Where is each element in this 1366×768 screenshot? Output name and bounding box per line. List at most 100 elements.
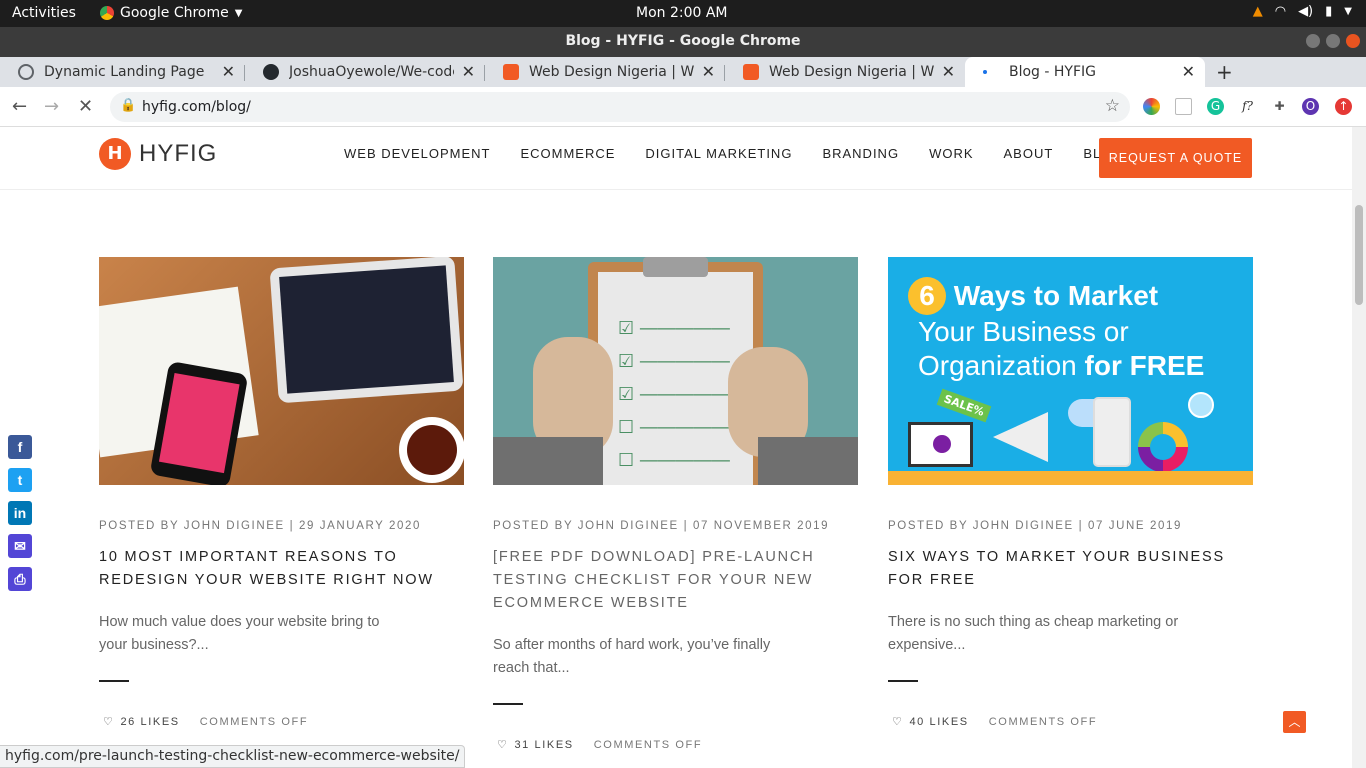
site-header: H HYFIG WEB DEVELOPMENT ECOMMERCE DIGITA… [0, 127, 1352, 190]
right-sleeve-image [758, 437, 858, 485]
promo-line-2: Your Business or [918, 316, 1129, 347]
post-excerpt: How much value does your website bring t… [99, 614, 380, 653]
post-title[interactable]: SIX WAYS TO MARKET YOUR BUSINESS FOR FRE… [888, 546, 1248, 592]
post-thumbnail[interactable]: ☑ ――――― ☑ ――――― ☑ ――――― ☐ ――――― ☐ ――――― [493, 257, 858, 485]
post-title[interactable]: [FREE PDF DOWNLOAD] PRE-LAUNCH TESTING C… [493, 546, 853, 615]
loading-icon [983, 70, 987, 74]
facebook-share-icon[interactable]: f [8, 435, 32, 459]
minimize-button[interactable] [1306, 34, 1320, 48]
address-bar[interactable]: 🔒 hyfig.com/blog/ ☆ [110, 92, 1130, 122]
tab-web-design-nigeria-1[interactable]: Web Design Nigeria | Web ✕ [485, 57, 725, 87]
wifi-icon: ◠ [1274, 4, 1287, 19]
likes-count[interactable]: 26 LIKES [120, 716, 179, 728]
comments-status: COMMENTS OFF [199, 716, 309, 728]
browser-toolbar: ← → ✕ 🔒 hyfig.com/blog/ ☆ G f? ✚ O ↑ [0, 87, 1366, 127]
print-share-icon[interactable]: ⎙ [8, 567, 32, 591]
menu-web-development[interactable]: WEB DEVELOPMENT [344, 146, 490, 161]
post-footer: ♡ 40 LIKES COMMENTS OFF [892, 715, 1097, 728]
close-window-button[interactable] [1346, 34, 1360, 48]
chrome-icon [100, 6, 114, 20]
heart-icon[interactable]: ♡ [103, 716, 114, 728]
close-tab-icon[interactable]: ✕ [942, 62, 955, 81]
post-excerpt: So after months of hard work, you’ve fin… [493, 637, 771, 676]
request-quote-button[interactable]: REQUEST A QUOTE [1099, 138, 1252, 178]
site-logo[interactable]: H HYFIG [99, 138, 217, 170]
calendar-extension-icon[interactable] [1175, 98, 1192, 115]
status-bar-url: hyfig.com/pre-launch-testing-checklist-n… [0, 745, 466, 768]
maximize-button[interactable] [1326, 34, 1340, 48]
menu-branding[interactable]: BRANDING [822, 146, 899, 161]
system-tray[interactable]: ▲ ◠ ◀) ▮ ▼ [1253, 4, 1352, 19]
heart-icon[interactable]: ♡ [497, 739, 508, 751]
extensions-puzzle-icon[interactable]: ✚ [1271, 98, 1288, 115]
post-excerpt: There is no such thing as cheap marketin… [888, 614, 1179, 653]
lock-icon[interactable]: 🔒 [120, 98, 136, 113]
clock[interactable]: Mon 2:00 AM [636, 5, 728, 21]
close-tab-icon[interactable]: ✕ [702, 62, 715, 81]
post-meta: POSTED BY JOHN DIGINEE | 07 NOVEMBER 201… [493, 520, 830, 532]
forward-arrow-icon[interactable]: → [44, 96, 59, 117]
divider [493, 703, 523, 705]
update-extension-icon[interactable]: ↑ [1335, 98, 1352, 115]
promo-headline: 6 Ways to Market Your Business or Organi… [908, 277, 1204, 383]
hyfig-logo-icon: H [99, 138, 131, 170]
profile-avatar[interactable]: O [1302, 98, 1319, 115]
likes-count[interactable]: 40 LIKES [909, 716, 968, 728]
window-title: Blog - HYFIG - Google Chrome [565, 33, 801, 49]
menu-ecommerce[interactable]: ECOMMERCE [520, 146, 615, 161]
tab-dynamic-landing-page[interactable]: Dynamic Landing Page ✕ [0, 57, 245, 87]
tab-web-design-nigeria-2[interactable]: Web Design Nigeria | Web ✕ [725, 57, 965, 87]
heart-icon[interactable]: ♡ [892, 716, 903, 728]
left-sleeve-image [493, 437, 603, 485]
menu-work[interactable]: WORK [929, 146, 973, 161]
post-thumbnail[interactable]: 6 Ways to Market Your Business or Organi… [888, 257, 1253, 485]
promo-number-badge: 6 [908, 277, 946, 315]
divider [99, 680, 129, 682]
phone-device-image [1093, 397, 1131, 467]
page-scrollbar[interactable] [1352, 127, 1366, 768]
scroll-to-top-button[interactable]: ︿ [1283, 711, 1306, 733]
url-text[interactable]: hyfig.com/blog/ [142, 99, 251, 115]
bookmark-star-icon[interactable]: ☆ [1105, 96, 1120, 116]
email-share-icon[interactable]: ✉ [8, 534, 32, 558]
likes-count[interactable]: 31 LIKES [514, 739, 573, 751]
post-footer: ♡ 31 LIKES COMMENTS OFF [497, 738, 702, 751]
post-footer: ♡ 26 LIKES COMMENTS OFF [103, 715, 308, 728]
fonts-extension-icon[interactable]: f? [1239, 98, 1256, 115]
close-tab-icon[interactable]: ✕ [222, 62, 235, 81]
tab-blog-hyfig[interactable]: Blog - HYFIG ✕ [965, 57, 1205, 87]
promo-line-3b: for FREE [1084, 350, 1205, 381]
divider [888, 680, 918, 682]
app-name: Google Chrome [120, 5, 229, 21]
stop-loading-icon[interactable]: ✕ [78, 96, 93, 117]
share-sidebar: f t in ✉ ⎙ [8, 435, 32, 600]
close-tab-icon[interactable]: ✕ [462, 62, 475, 81]
post-meta: POSTED BY JOHN DIGINEE | 07 JUNE 2019 [888, 520, 1182, 532]
grammarly-icon[interactable]: G [1207, 98, 1224, 115]
app-menu[interactable]: Google Chrome ▼ [100, 5, 242, 21]
window-title-bar: Blog - HYFIG - Google Chrome [0, 27, 1366, 57]
close-tab-icon[interactable]: ✕ [1182, 62, 1195, 81]
sale-tag: SALE% [936, 388, 992, 423]
menu-digital-marketing[interactable]: DIGITAL MARKETING [645, 146, 792, 161]
promo-line-3: Organization [918, 350, 1077, 381]
vlc-icon[interactable]: ▲ [1253, 4, 1263, 19]
checklist-image: ☑ ――――― ☑ ――――― ☑ ――――― ☐ ――――― ☐ ――――― [618, 318, 730, 471]
linkedin-share-icon[interactable]: in [8, 501, 32, 525]
hyfig-icon [503, 64, 519, 80]
twitter-share-icon[interactable]: t [8, 468, 32, 492]
back-arrow-icon[interactable]: ← [12, 96, 27, 117]
post-thumbnail[interactable] [99, 257, 464, 485]
globe-icon [18, 64, 34, 80]
tab-title: Web Design Nigeria | Web [529, 64, 694, 80]
post-title[interactable]: 10 MOST IMPORTANT REASONS TO REDESIGN YO… [99, 546, 459, 592]
tab-github[interactable]: JoshuaOyewole/We-code ✕ [245, 57, 485, 87]
new-tab-button[interactable]: + [1216, 60, 1233, 84]
menu-about[interactable]: ABOUT [1004, 146, 1054, 161]
scrollbar-thumb[interactable] [1355, 205, 1363, 305]
comments-status: COMMENTS OFF [593, 739, 703, 751]
blog-post-card: ☑ ――――― ☑ ――――― ☑ ――――― ☐ ――――― ☐ ――――― POST… [493, 257, 858, 751]
activities-button[interactable]: Activities [12, 5, 76, 21]
color-picker-extension-icon[interactable] [1143, 98, 1160, 115]
tab-title: Blog - HYFIG [1009, 64, 1097, 80]
